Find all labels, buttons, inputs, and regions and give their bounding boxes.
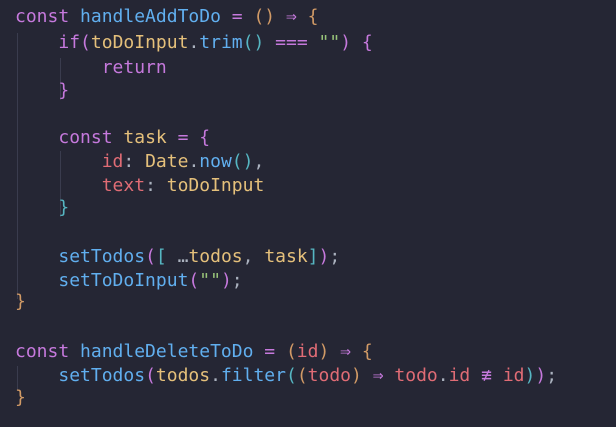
open-paren: ( (145, 365, 156, 386)
function-call: setTodos (58, 246, 146, 267)
open-paren: ( (188, 270, 200, 291)
variable: todos (155, 365, 211, 386)
code-line: setTodos(todos.filter((todo) ⇒ todo.id ≢… (15, 364, 557, 388)
open-paren: ( (145, 246, 156, 267)
call-parens: () (231, 151, 254, 172)
operator-assign: = (231, 6, 243, 27)
code-line: if(toDoInput.trim() === "") { (15, 31, 373, 55)
close-paren: ) (220, 270, 232, 291)
close-brace: } (58, 197, 70, 218)
close-paren: ) (318, 246, 330, 267)
open-bracket: [ (155, 246, 167, 267)
parameter: todo (394, 365, 438, 386)
code-editor[interactable]: const handleAddToDo = () ⇒ { if(toDoInpu… (0, 0, 616, 427)
close-brace: } (15, 291, 26, 312)
open-paren: ( (285, 365, 297, 386)
dot: . (210, 365, 221, 386)
operator-assign: = (264, 341, 276, 362)
open-brace: { (361, 341, 373, 362)
open-brace: { (307, 6, 319, 27)
close-paren: ) (535, 365, 547, 386)
close-paren: ) (351, 365, 362, 386)
class-name: Date (145, 151, 189, 172)
open-paren: ( (80, 32, 91, 53)
property-key: id (101, 151, 124, 172)
keyword-if: if (58, 32, 81, 53)
code-line: return (15, 56, 167, 80)
open-brace: { (199, 127, 211, 148)
parameter: id (296, 341, 319, 362)
arrow-operator: ⇒ (285, 6, 297, 27)
empty-parens: () (253, 6, 276, 27)
function-name: handleDeleteToDo (80, 341, 254, 362)
code-line: text: toDoInput (15, 174, 265, 198)
parameter: id (502, 365, 525, 386)
function-call: setTodos (58, 365, 146, 386)
semicolon: ; (231, 270, 243, 291)
operator-assign: = (177, 127, 189, 148)
variable: toDoInput (90, 32, 189, 53)
call-parens: () (242, 32, 265, 53)
code-line: } (15, 196, 69, 220)
arrow-operator: ⇒ (372, 365, 384, 386)
function-call: setToDoInput (58, 270, 189, 291)
dot: . (188, 151, 200, 172)
keyword-const: const (58, 127, 113, 148)
keyword-const: const (15, 341, 70, 362)
string-literal: "" (199, 270, 221, 291)
comma: , (242, 246, 254, 267)
semicolon: ; (546, 365, 558, 386)
keyword-return: return (101, 57, 167, 78)
code-line: id: Date.now(), (15, 150, 265, 174)
code-line: } (15, 386, 26, 410)
semicolon: ; (329, 246, 341, 267)
variable: task (264, 246, 308, 267)
code-line: } (15, 290, 26, 314)
colon: : (145, 175, 156, 196)
keyword-const: const (15, 6, 70, 27)
code-line: setTodos([ …todos, task]); (15, 245, 340, 269)
dot: . (437, 365, 449, 386)
close-paren: ) (524, 365, 536, 386)
strict-equal-operator: === (275, 32, 308, 53)
open-brace: { (361, 32, 373, 53)
open-paren: ( (285, 341, 297, 362)
close-brace: } (58, 80, 70, 101)
close-brace: } (15, 387, 26, 408)
code-line: const task = { (15, 126, 210, 150)
strict-not-equal-operator: ≢ (481, 365, 492, 386)
variable: todos (188, 246, 243, 267)
method-name: filter (220, 365, 286, 386)
method-name: now (199, 151, 232, 172)
close-paren: ) (340, 32, 352, 53)
arrow-operator: ⇒ (340, 341, 352, 362)
close-bracket: ] (307, 246, 319, 267)
parameter: todo (307, 365, 352, 386)
function-name: handleAddToDo (80, 6, 221, 27)
variable: task (123, 127, 167, 148)
close-paren: ) (318, 341, 330, 362)
property-key: text (101, 175, 146, 196)
comma: , (253, 151, 265, 172)
string-literal: "" (318, 32, 341, 53)
dot: . (188, 32, 200, 53)
code-line: } (15, 79, 69, 103)
open-paren: ( (296, 365, 308, 386)
code-line: setToDoInput(""); (15, 269, 243, 293)
spread-operator: … (177, 246, 189, 267)
code-line: const handleAddToDo = () ⇒ { (15, 5, 319, 29)
property: id (448, 365, 471, 386)
method-name: trim (199, 32, 243, 53)
colon: : (123, 151, 135, 172)
variable: toDoInput (166, 175, 265, 196)
code-line: const handleDeleteToDo = (id) ⇒ { (15, 340, 373, 364)
